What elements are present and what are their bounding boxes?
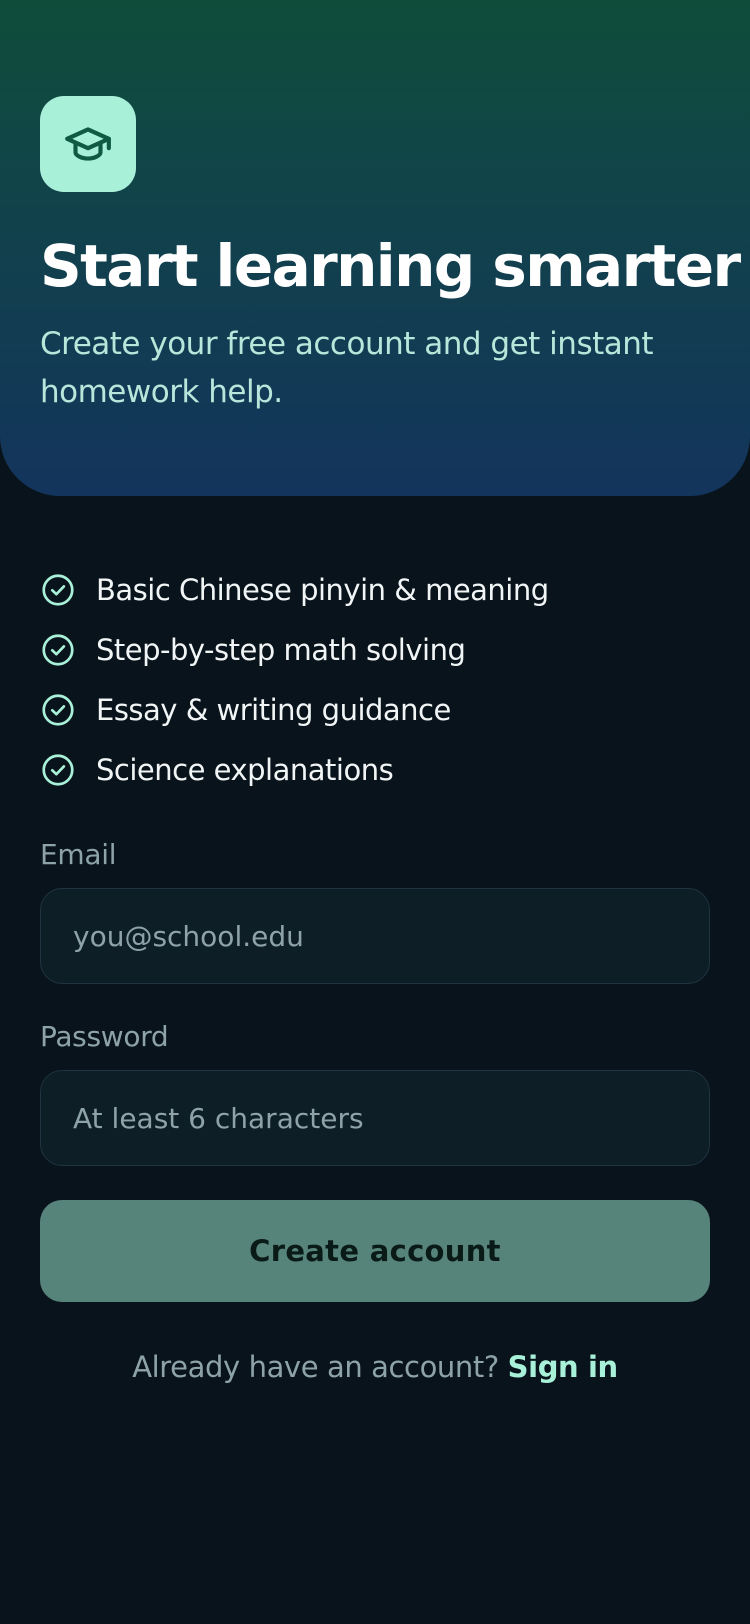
page-subtitle: Create your free account and get instant… — [40, 326, 654, 410]
email-label: Email — [40, 838, 117, 871]
app-logo — [40, 96, 136, 192]
create-account-button[interactable]: Create account — [40, 1200, 710, 1302]
password-label: Password — [40, 1020, 169, 1053]
feature-item: Science explanations — [40, 740, 549, 800]
page-title: Start learning smarter — [40, 232, 741, 300]
feature-label: Step-by-step math solving — [96, 633, 466, 667]
signin-prompt-text: Already have an account? — [132, 1350, 508, 1384]
hero-header: Start learning smarter Create your free … — [0, 0, 750, 496]
email-field[interactable] — [40, 888, 710, 984]
check-circle-icon — [40, 752, 76, 788]
sign-in-link[interactable]: Sign in — [508, 1350, 619, 1384]
feature-item: Basic Chinese pinyin & meaning — [40, 560, 549, 620]
password-field[interactable] — [40, 1070, 710, 1166]
feature-item: Step-by-step math solving — [40, 620, 549, 680]
check-circle-icon — [40, 692, 76, 728]
feature-list: Basic Chinese pinyin & meaning Step-by-s… — [40, 560, 549, 800]
check-circle-icon — [40, 632, 76, 668]
feature-label: Essay & writing guidance — [96, 693, 451, 727]
check-circle-icon — [40, 572, 76, 608]
feature-item: Essay & writing guidance — [40, 680, 549, 740]
feature-label: Basic Chinese pinyin & meaning — [96, 573, 549, 607]
graduation-cap-icon — [65, 127, 111, 161]
feature-label: Science explanations — [96, 753, 394, 787]
signin-prompt-row: Already have an account? Sign in — [0, 1350, 750, 1384]
signup-screen: Start learning smarter Create your free … — [0, 0, 750, 1624]
